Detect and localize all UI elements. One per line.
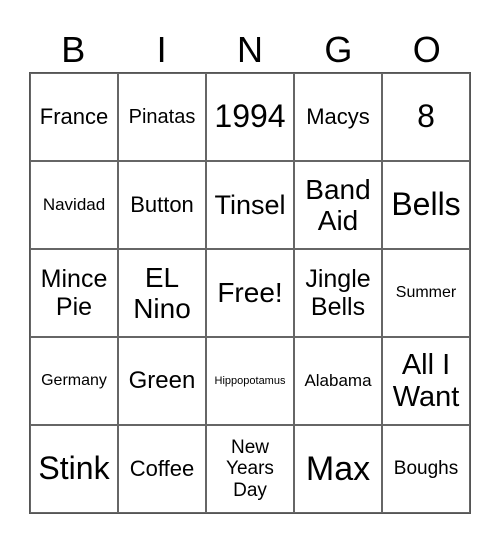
bingo-cell[interactable]: New Years Day <box>206 425 294 513</box>
header-letter-o: O <box>412 29 441 70</box>
bingo-cell[interactable]: Coffee <box>118 425 206 513</box>
bingo-cell[interactable]: Mince Pie <box>30 249 118 337</box>
header-letter-b: B <box>61 29 86 70</box>
bingo-cell[interactable]: Green <box>118 337 206 425</box>
cell-text: 8 <box>417 98 435 135</box>
cell-text: France <box>39 103 109 129</box>
cell-text: Boughs <box>393 458 459 480</box>
bingo-cell[interactable]: Macys <box>294 73 382 161</box>
cell-text: Green <box>128 366 196 394</box>
bingo-cell[interactable]: Stink <box>30 425 118 513</box>
bingo-cell[interactable]: Alabama <box>294 337 382 425</box>
cell-text: Max <box>305 449 371 488</box>
cell-text: Jingle Bells <box>305 265 371 321</box>
cell-text: Free! <box>217 277 283 309</box>
bingo-grid: France Pinatas 1994 Macys 8 Navidad Button Tins… <box>29 72 471 514</box>
bingo-cell[interactable]: Pinatas <box>118 73 206 161</box>
cell-text: Coffee <box>129 455 195 481</box>
bingo-cell[interactable]: Button <box>118 161 206 249</box>
cell-text: Stink <box>38 450 110 487</box>
cell-text: Summer <box>395 284 457 302</box>
bingo-cell[interactable]: Max <box>294 425 382 513</box>
cell-text: Pinatas <box>128 105 196 128</box>
bingo-header: B I N G O <box>29 28 471 72</box>
bingo-cell[interactable]: Jingle Bells <box>294 249 382 337</box>
free-space-cell[interactable]: Free! <box>206 249 294 337</box>
cell-text: New Years Day <box>226 437 274 501</box>
bingo-cell[interactable]: Boughs <box>382 425 470 513</box>
cell-text: Bells <box>391 186 461 223</box>
bingo-cell[interactable]: All I Want <box>382 337 470 425</box>
bingo-cell[interactable]: 1994 <box>206 73 294 161</box>
header-letter-n: N <box>236 29 263 70</box>
bingo-cell[interactable]: 8 <box>382 73 470 161</box>
cell-text: Germany <box>41 372 107 390</box>
header-letter-i: I <box>156 29 167 70</box>
cell-text: Tinsel <box>214 189 286 220</box>
bingo-cell[interactable]: Bells <box>382 161 470 249</box>
bingo-cell[interactable]: Germany <box>30 337 118 425</box>
cell-text: EL Nino <box>133 261 191 324</box>
bingo-cell[interactable]: Band Aid <box>294 161 382 249</box>
cell-text: All I Want <box>392 348 460 413</box>
cell-text: Hippopotamus <box>214 374 286 387</box>
cell-text: 1994 <box>214 98 286 135</box>
cell-text: Mince Pie <box>40 265 108 321</box>
bingo-cell[interactable]: Hippopotamus <box>206 337 294 425</box>
cell-text: Navidad <box>42 195 106 215</box>
cell-text: Band Aid <box>305 173 371 236</box>
cell-text: Alabama <box>304 371 372 391</box>
bingo-cell[interactable]: Navidad <box>30 161 118 249</box>
bingo-cell[interactable]: France <box>30 73 118 161</box>
header-letter-g: G <box>324 29 353 70</box>
cell-text: Macys <box>306 103 370 129</box>
bingo-cell[interactable]: Summer <box>382 249 470 337</box>
bingo-cell[interactable]: Tinsel <box>206 161 294 249</box>
bingo-cell[interactable]: EL Nino <box>118 249 206 337</box>
cell-text: Button <box>130 191 194 217</box>
